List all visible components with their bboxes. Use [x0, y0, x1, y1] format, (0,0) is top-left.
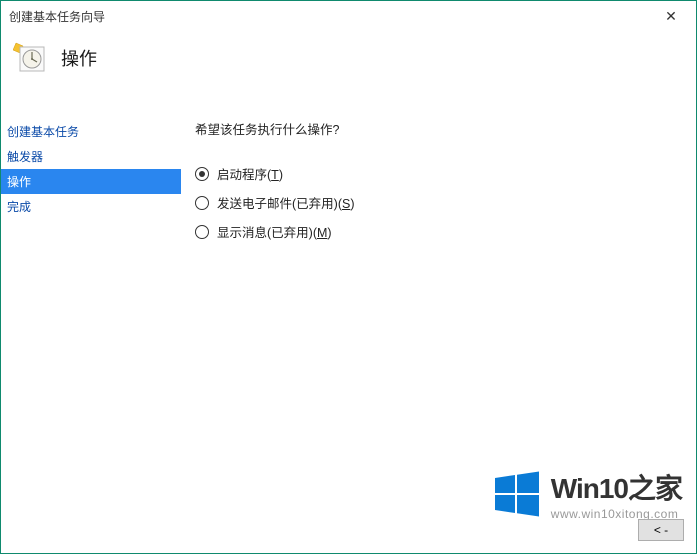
- wizard-clock-icon: [13, 41, 47, 75]
- watermark-text: Win10之家 www.win10xitong.com: [551, 467, 682, 521]
- close-button[interactable]: ✕: [654, 4, 688, 28]
- action-prompt: 希望该任务执行什么操作?: [195, 119, 682, 138]
- sidebar-item-label: 触发器: [7, 150, 43, 164]
- radio-indicator: [195, 167, 209, 181]
- titlebar: 创建基本任务向导 ✕: [1, 1, 696, 31]
- windows-logo-icon: [493, 470, 541, 518]
- radio-label: 启动程序(T): [217, 164, 283, 183]
- button-bar: < -: [638, 519, 684, 541]
- radio-option-start-program[interactable]: 启动程序(T): [195, 164, 682, 183]
- back-button-label: < -: [654, 523, 668, 537]
- sidebar-item-action[interactable]: 操作: [1, 169, 181, 194]
- radio-indicator: [195, 196, 209, 210]
- close-icon: ✕: [665, 8, 677, 25]
- wizard-steps-sidebar: 创建基本任务 触发器 操作 完成: [1, 119, 181, 553]
- radio-label: 发送电子邮件(已弃用)(S): [217, 193, 355, 212]
- sidebar-item-finish[interactable]: 完成: [1, 194, 181, 219]
- wizard-header: 操作: [1, 31, 696, 99]
- sidebar-item-create-task[interactable]: 创建基本任务: [1, 119, 181, 144]
- sidebar-item-label: 完成: [7, 200, 31, 214]
- radio-option-show-message[interactable]: 显示消息(已弃用)(M): [195, 222, 682, 241]
- watermark-title: Win10之家: [551, 467, 682, 507]
- back-button[interactable]: < -: [638, 519, 684, 541]
- radio-indicator: [195, 225, 209, 239]
- radio-label: 显示消息(已弃用)(M): [217, 222, 332, 241]
- action-radio-group: 启动程序(T) 发送电子邮件(已弃用)(S) 显示消息(已弃用)(M): [195, 164, 682, 241]
- sidebar-item-label: 创建基本任务: [7, 125, 79, 139]
- sidebar-item-trigger[interactable]: 触发器: [1, 144, 181, 169]
- window-title: 创建基本任务向导: [9, 8, 105, 25]
- watermark: Win10之家 www.win10xitong.com: [493, 467, 682, 521]
- sidebar-item-label: 操作: [7, 175, 31, 189]
- page-title: 操作: [61, 45, 97, 71]
- radio-option-send-email[interactable]: 发送电子邮件(已弃用)(S): [195, 193, 682, 212]
